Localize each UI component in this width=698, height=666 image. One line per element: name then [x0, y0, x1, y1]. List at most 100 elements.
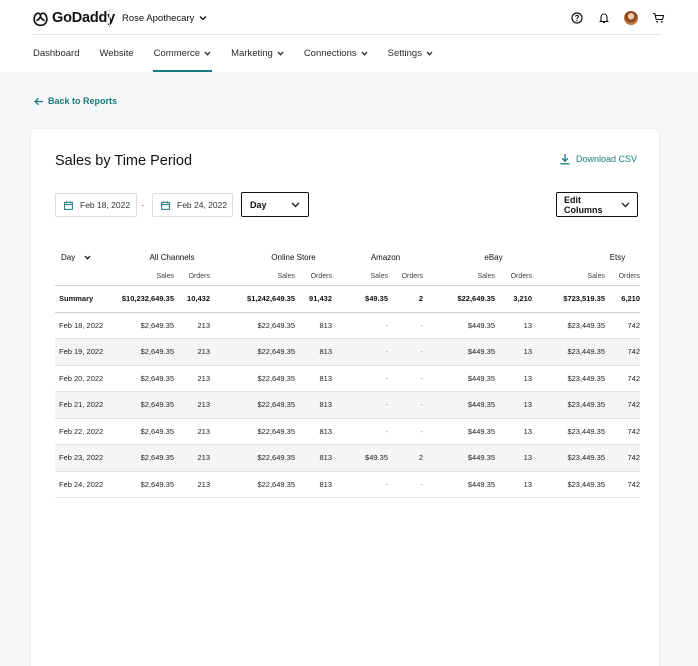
- sales-value: $1,242,649.35: [247, 294, 295, 304]
- day-header-label: Day: [61, 252, 76, 262]
- orders-value: 742: [627, 479, 640, 489]
- chevron-down-icon: [291, 202, 300, 207]
- channel-header-amazon: Amazon: [370, 252, 401, 262]
- orders-value: 213: [197, 400, 210, 410]
- chevron-down-icon: [277, 51, 284, 56]
- brand-logo-link[interactable]: GoDaddy: [32, 9, 115, 27]
- sales-value: $449.35: [467, 453, 495, 463]
- orders-value: 213: [197, 453, 210, 463]
- sales-value: $22,649.35: [257, 320, 295, 330]
- nav-item-label: Commerce: [153, 48, 201, 59]
- sales-value: $2,649.35: [140, 400, 174, 410]
- orders-value: 213: [197, 320, 210, 330]
- calendar-icon: [64, 200, 73, 210]
- date-to-field[interactable]: Feb 24, 2022: [152, 193, 233, 217]
- table-subheader-row: Sales Orders Sales Orders Sales Orders Sales Or…: [55, 267, 640, 286]
- sales-value: $22,649.35: [257, 347, 295, 357]
- date-to-value: Feb 24, 2022: [177, 200, 228, 210]
- sales-value: $449.35: [467, 426, 495, 436]
- sales-value: $2,649.35: [140, 373, 174, 383]
- orders-value: 10,432: [187, 294, 210, 304]
- nav-item-website[interactable]: Website: [98, 35, 134, 72]
- sales-value: $2,649.35: [140, 320, 174, 330]
- channel-header-all-channels: All Channels: [149, 252, 195, 262]
- orders-value: 213: [197, 426, 210, 436]
- brand-name: GoDaddy: [52, 10, 116, 26]
- sales-table: Day All Channels Online Store Amazon eBay Ets…: [55, 247, 640, 498]
- edit-columns-button[interactable]: Edit Columns: [556, 192, 638, 217]
- orders-subheader: Orders: [401, 272, 423, 280]
- sales-value: $449.35: [467, 320, 495, 330]
- sales-value: $2,649.35: [140, 347, 174, 357]
- day-column-header[interactable]: Day: [61, 247, 111, 267]
- sales-value: $2,649.35: [140, 479, 174, 489]
- orders-subheader: Orders: [618, 272, 640, 280]
- chevron-down-icon: [361, 51, 368, 56]
- back-link-label: Back to Reports: [48, 96, 118, 106]
- sales-value: $23,449.35: [567, 320, 605, 330]
- nav-item-dashboard[interactable]: Dashboard: [32, 35, 80, 72]
- store-switcher[interactable]: Rose Apothecary: [122, 9, 207, 27]
- channel-header-online-store: Online Store: [271, 252, 316, 262]
- sales-value: $2,649.35: [140, 426, 174, 436]
- avatar[interactable]: [623, 10, 639, 26]
- back-to-reports-link[interactable]: Back to Reports: [34, 95, 117, 107]
- sales-value: $449.35: [467, 400, 495, 410]
- sales-value: $449.35: [467, 479, 495, 489]
- sales-value: $10,232,649.35: [121, 294, 174, 304]
- table-row: Feb 23, 2022 $2,649.35 213 $22,649.35 813 $49…: [55, 445, 640, 472]
- summary-row: Summary $10,232,649.35 10,432 $1,242,649.35…: [55, 286, 640, 313]
- nav-item-connections[interactable]: Connections: [303, 35, 369, 72]
- help-icon[interactable]: [569, 10, 585, 26]
- sales-value: $23,449.35: [567, 400, 605, 410]
- nav-item-label: Connections: [303, 48, 357, 59]
- arrow-left-icon: [34, 97, 43, 105]
- sales-value: -: [385, 479, 389, 489]
- download-csv-label: Download CSV: [575, 154, 637, 164]
- nav-item-commerce[interactable]: Commerce: [152, 35, 213, 72]
- nav-item-marketing[interactable]: Marketing: [230, 35, 285, 72]
- nav-item-label: Settings: [387, 48, 422, 59]
- calendar-icon: [161, 200, 170, 210]
- cart-icon[interactable]: [650, 10, 666, 26]
- sales-value: $49.35: [365, 294, 388, 304]
- table-row: Feb 19, 2022 $2,649.35 213 $22,649.35 813- - $…: [55, 339, 640, 366]
- sales-subheader: Sales: [277, 272, 295, 280]
- nav-item-label: Website: [99, 48, 134, 59]
- orders-value: 742: [627, 400, 640, 410]
- download-csv-button[interactable]: Download CSV: [559, 152, 637, 166]
- table-row: Feb 21, 2022 $2,649.35 213 $22,649.35 813- - $…: [55, 392, 640, 419]
- sales-value: -: [385, 400, 389, 410]
- report-card: Sales by Time Period Download CSV Feb 18…: [31, 129, 659, 666]
- main-nav: Dashboard Website Commerce Marketing Connect…: [32, 35, 452, 72]
- sales-subheader: Sales: [477, 272, 495, 280]
- download-icon: [560, 154, 570, 165]
- sales-value: $723,519.35: [563, 294, 605, 304]
- sales-value: $23,449.35: [567, 479, 605, 489]
- sales-value: $22,649.35: [457, 294, 495, 304]
- orders-subheader: Orders: [510, 272, 532, 280]
- sales-value: $22,649.35: [257, 400, 295, 410]
- chevron-down-icon: [204, 51, 211, 56]
- header-actions: [569, 9, 666, 27]
- period-select[interactable]: Day: [241, 192, 309, 217]
- table-row: Feb 24, 2022 $2,649.35 213 $22,649.35 813- - $…: [55, 472, 640, 498]
- sales-value: $2,649.35: [140, 453, 174, 463]
- orders-value: 213: [197, 347, 210, 357]
- sales-subheader: Sales: [156, 272, 174, 280]
- channel-header-etsy: Etsy: [609, 252, 626, 262]
- nav-item-settings[interactable]: Settings: [387, 35, 434, 72]
- date-from-field[interactable]: Feb 18, 2022: [55, 193, 137, 217]
- orders-value: 213: [197, 373, 210, 383]
- table-row: Feb 18, 2022 $2,649.35 213 $22,649.35 813- - $…: [55, 313, 640, 339]
- sales-value: $49.35: [365, 453, 388, 463]
- orders-value: 742: [627, 453, 640, 463]
- sales-value: -: [385, 426, 389, 436]
- sales-value: $22,649.35: [257, 479, 295, 489]
- store-name: Rose Apothecary: [122, 12, 195, 24]
- chevron-down-icon: [84, 255, 91, 260]
- table-header-row: Day All Channels Online Store Amazon eBay Ets…: [55, 247, 640, 267]
- channel-header-ebay: eBay: [484, 252, 503, 262]
- sales-value: $22,649.35: [257, 426, 295, 436]
- bell-icon[interactable]: [596, 10, 612, 26]
